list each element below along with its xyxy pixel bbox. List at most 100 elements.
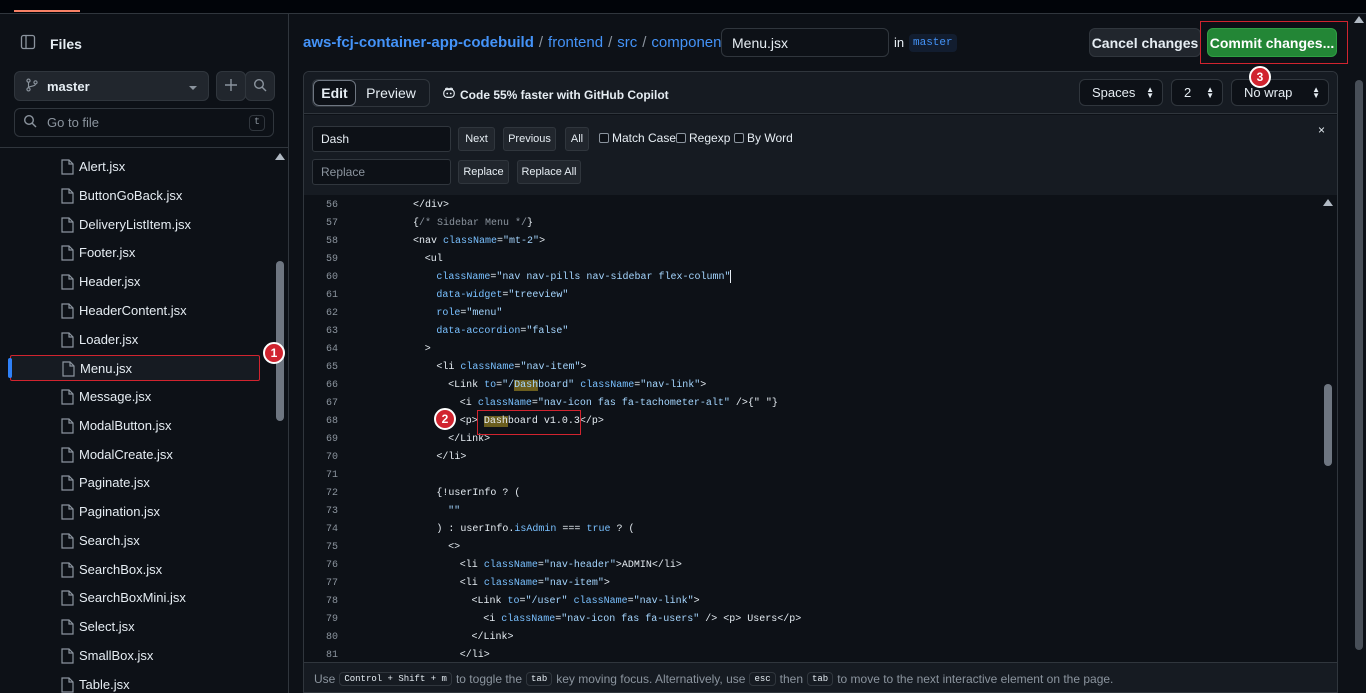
match-case-checkbox[interactable]: Match Case xyxy=(599,131,676,145)
file-item[interactable]: ButtonGoBack.jsx xyxy=(10,183,260,209)
file-item[interactable]: Footer.jsx xyxy=(10,240,260,266)
file-item[interactable]: Message.jsx xyxy=(10,384,260,410)
code-line[interactable]: 74) : userInfo.isAdmin === true ? ( xyxy=(304,521,1324,539)
tab-edit[interactable]: Edit xyxy=(313,80,356,106)
indent-mode-select[interactable]: Spaces ▲ ▼ xyxy=(1079,79,1163,106)
code-line[interactable]: 72 {!userInfo ? ( xyxy=(304,485,1324,503)
by-word-checkbox[interactable]: By Word xyxy=(734,131,793,145)
sidebar-scrollbar[interactable] xyxy=(274,151,286,693)
file-item[interactable]: DeliveryListItem.jsx xyxy=(10,212,260,238)
code-line[interactable]: 76 <li className="nav-header">ADMIN</li> xyxy=(304,557,1324,575)
file-item[interactable]: Menu.jsx xyxy=(8,355,260,382)
editor-panel: Edit Preview Code 55% faster with GitHub… xyxy=(303,71,1338,693)
code-line[interactable]: 64 > xyxy=(304,341,1324,359)
code-line[interactable]: 63 data-accordion="false" xyxy=(304,323,1324,341)
breadcrumb-src-link[interactable]: src xyxy=(617,34,637,51)
indent-size-select[interactable]: 2 ▲ ▼ xyxy=(1171,79,1223,106)
page-scrollbar[interactable] xyxy=(1352,14,1366,693)
editor-scrollbar[interactable] xyxy=(1321,196,1335,666)
code-line[interactable]: 75 <> xyxy=(304,539,1324,557)
editor-scroll-thumb[interactable] xyxy=(1324,384,1332,466)
scroll-up-arrow-icon[interactable] xyxy=(1323,199,1333,206)
breadcrumb-frontend-link[interactable]: frontend xyxy=(548,34,603,51)
file-item[interactable]: Search.jsx xyxy=(10,528,260,554)
checkbox-box[interactable] xyxy=(599,133,609,143)
code-line[interactable]: 58 <nav className="mt-2"> xyxy=(304,233,1324,251)
file-name: ButtonGoBack.jsx xyxy=(79,187,183,203)
file-item[interactable]: ModalCreate.jsx xyxy=(10,442,260,468)
wrap-mode-select[interactable]: No wrap ▲ ▼ xyxy=(1231,79,1329,106)
line-number: 66 xyxy=(325,380,338,391)
code-token: > xyxy=(700,380,707,391)
replace-button[interactable]: Replace xyxy=(458,160,509,184)
commit-changes-button[interactable]: Commit changes... xyxy=(1207,28,1337,57)
checkbox-box[interactable] xyxy=(734,133,744,143)
file-item[interactable]: Paginate.jsx xyxy=(10,470,260,496)
file-item[interactable]: Loader.jsx xyxy=(10,327,260,353)
file-item[interactable]: ModalButton.jsx xyxy=(10,413,260,439)
close-find-icon[interactable]: × xyxy=(1318,123,1325,137)
find-all-button[interactable]: All xyxy=(565,127,589,151)
replace-input[interactable]: Replace xyxy=(312,159,451,185)
file-name: Pagination.jsx xyxy=(79,504,160,519)
sidebar-title: Files xyxy=(50,35,82,52)
scroll-up-arrow-icon[interactable] xyxy=(275,153,285,160)
code-line[interactable]: 71 xyxy=(304,467,1324,485)
breadcrumb: aws-fcj-container-app-codebuild / fronte… xyxy=(303,34,742,51)
code-line[interactable]: 61 data-widget="treeview" xyxy=(304,287,1324,305)
find-previous-button[interactable]: Previous xyxy=(503,127,556,151)
go-to-file-input[interactable]: Go to file t xyxy=(14,108,274,137)
code-line[interactable]: 73 "" xyxy=(304,503,1324,521)
file-item[interactable]: Header.jsx xyxy=(10,269,260,295)
file-item[interactable]: HeaderContent.jsx xyxy=(10,298,260,324)
file-item[interactable]: Table.jsx xyxy=(10,672,260,693)
editor-page: Files master Go to file t Alert.jsx Butto… xyxy=(0,0,1366,693)
code-line[interactable]: 81 </li> xyxy=(304,647,1324,662)
file-item[interactable]: Pagination.jsx xyxy=(10,499,260,525)
code-line[interactable]: 56 </div> xyxy=(304,197,1324,215)
code-line[interactable]: 69 </Link> xyxy=(304,431,1324,449)
file-item[interactable]: Alert.jsx xyxy=(10,154,260,180)
code-line[interactable]: 80 </Link> xyxy=(304,629,1324,647)
branch-tag: master xyxy=(909,34,957,52)
file-item[interactable]: SmallBox.jsx xyxy=(10,643,260,669)
code-line[interactable]: 65 <li className="nav-item"> xyxy=(304,359,1324,377)
code-editor[interactable]: 56 </div> 57 {/* Sidebar Menu */} 58 <nav cla… xyxy=(304,195,1324,662)
copilot-promo[interactable]: Code 55% faster with GitHub Copilot xyxy=(442,86,669,103)
code-line[interactable]: 77 <li className="nav-item"> xyxy=(304,575,1324,593)
code-line[interactable]: 57 {/* Sidebar Menu */} xyxy=(304,215,1324,233)
code-line[interactable]: 67 <i className="nav-icon fas fa-tachomet… xyxy=(304,395,1324,413)
file-item[interactable]: SearchBox.jsx xyxy=(10,557,260,583)
code-token: data-accordion xyxy=(436,326,521,337)
tab-preview[interactable]: Preview xyxy=(356,80,426,106)
code-line[interactable]: 62 role="menu" xyxy=(304,305,1324,323)
line-text: role="menu" xyxy=(436,305,502,323)
indent-mode-value: Spaces xyxy=(1092,85,1136,100)
replace-all-button[interactable]: Replace All xyxy=(517,160,581,184)
code-line[interactable]: 66 <Link to="/Dashboard" className="nav-l… xyxy=(304,377,1324,395)
breadcrumb-repo-link[interactable]: aws-fcj-container-app-codebuild xyxy=(303,34,534,51)
page-scroll-thumb[interactable] xyxy=(1355,80,1363,650)
checkbox-box[interactable] xyxy=(676,133,686,143)
add-file-button[interactable] xyxy=(216,71,246,101)
code-line[interactable]: 60 className="nav nav-pills nav-sidebar f… xyxy=(304,269,1324,287)
collapse-sidebar-icon[interactable] xyxy=(20,34,36,53)
filename-input[interactable]: Menu.jsx xyxy=(721,28,889,57)
scroll-up-arrow-icon[interactable] xyxy=(1354,16,1364,23)
code-token: > xyxy=(693,596,700,607)
cancel-changes-button[interactable]: Cancel changes xyxy=(1089,28,1201,57)
code-line[interactable]: 78 <Link to="/user" className="nav-link"> xyxy=(304,593,1324,611)
code-line[interactable]: 59 <ul xyxy=(304,251,1324,269)
code-line[interactable]: 79 <i className="nav-icon fas fa-users" /… xyxy=(304,611,1324,629)
file-item[interactable]: Select.jsx xyxy=(10,614,260,640)
code-line[interactable]: 68 <p> Dashboard v1.0.3</p> xyxy=(304,413,1324,431)
branch-selector[interactable]: master xyxy=(14,71,209,101)
sidebar-scroll-thumb[interactable] xyxy=(276,261,284,421)
find-next-button[interactable]: Next xyxy=(458,127,495,151)
find-input[interactable]: Dash xyxy=(312,126,451,152)
search-files-button[interactable] xyxy=(245,71,275,101)
code-line[interactable]: 70 </li> xyxy=(304,449,1324,467)
breadcrumb-separator: / xyxy=(608,34,613,51)
regexp-checkbox[interactable]: Regexp xyxy=(676,131,730,145)
file-item[interactable]: SearchBoxMini.jsx xyxy=(10,585,260,611)
